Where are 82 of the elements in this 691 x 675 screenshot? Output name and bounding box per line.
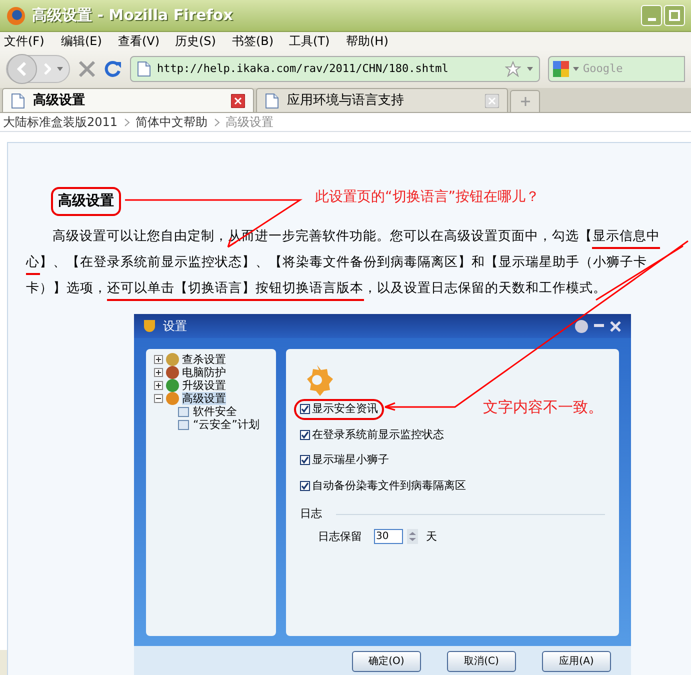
option-label: 在登录系统前显示监控状态 (312, 426, 444, 442)
dialog-button[interactable]: 应用(A) (542, 650, 611, 672)
option-label: 自动备份染毒文件到病毒隔离区 (312, 478, 466, 494)
browser-tab[interactable]: 应用环境与语言支持 (256, 88, 508, 112)
menu-item[interactable]: 历史(S) (175, 32, 232, 50)
breadcrumb-item[interactable]: 高级设置 (226, 113, 274, 131)
checkbox[interactable] (300, 455, 310, 466)
breadcrumb-item[interactable]: 大陆标准盒装版2011 (3, 113, 118, 131)
menu-item[interactable]: 书签(B) (232, 32, 289, 50)
plus-icon (156, 370, 161, 375)
expand-toggle[interactable] (154, 355, 163, 364)
checkmark-icon (301, 430, 309, 439)
checkbox[interactable] (300, 480, 310, 491)
tab-label: 高级设置 (33, 92, 85, 110)
dialog-button[interactable]: 取消(C) (447, 650, 516, 672)
dropdown-caret-icon (573, 67, 579, 71)
expand-toggle[interactable] (154, 381, 163, 390)
firefox-logo-icon (6, 6, 26, 26)
dropdown-caret-icon (57, 67, 63, 71)
dialog-title: 设置 (163, 318, 187, 335)
tree-item[interactable]: 查杀设置 (182, 353, 226, 366)
menu-item[interactable]: 工具(T) (289, 32, 346, 50)
tree-item[interactable]: 电脑防护 (182, 366, 226, 379)
checkmark-icon (301, 405, 309, 414)
tree-node-icon (166, 366, 179, 379)
bookmark-star-icon[interactable] (505, 61, 521, 77)
document-icon (178, 420, 189, 430)
collapse-toggle[interactable] (154, 394, 163, 403)
dropdown-caret-icon[interactable] (527, 67, 533, 71)
maximize-icon (669, 10, 680, 21)
menu-item[interactable]: 查看(V) (118, 32, 175, 50)
plus-icon (156, 357, 161, 362)
section-label: 日志 (300, 506, 322, 522)
tree-node-icon (166, 392, 179, 405)
page-icon (265, 92, 279, 108)
chevron-icon (214, 118, 220, 126)
search-input[interactable]: Google (583, 60, 643, 78)
minimize-icon[interactable] (594, 324, 604, 328)
option-label: 显示安全资讯 (312, 401, 378, 417)
document-icon (178, 406, 189, 416)
days-input[interactable]: 30 (374, 529, 403, 544)
menu-item[interactable]: 文件(F) (4, 32, 61, 50)
tab-label: 应用环境与语言支持 (287, 92, 404, 110)
help-icon[interactable] (575, 320, 588, 332)
shield-logo-icon (144, 320, 155, 332)
tree-item[interactable]: 软件安全 (193, 405, 237, 418)
unit-label: 天 (426, 528, 437, 544)
annotation-text: 此设置页的“切换语言”按钮在哪儿？ (315, 188, 540, 207)
checkbox[interactable] (300, 430, 310, 440)
option-label: 显示瑞星小狮子 (312, 452, 389, 468)
search-field[interactable]: Google (548, 56, 685, 82)
chevron-icon (124, 118, 130, 126)
checkbox[interactable] (300, 404, 310, 414)
checkmark-icon (301, 482, 309, 490)
menu-item[interactable]: 编辑(E) (61, 32, 118, 50)
article-heading: 高级设置 (51, 187, 121, 216)
tree-node-icon (166, 353, 179, 366)
field-label: 日志保留 (318, 528, 362, 544)
tree-item[interactable]: 高级设置 (182, 392, 226, 405)
url-field[interactable]: http://help.ikaka.com/rav/2011/CHN/180.shtml (130, 56, 540, 82)
breadcrumb-item[interactable]: 简体中文帮助 (136, 113, 208, 131)
minimize-icon (648, 18, 656, 21)
minus-icon (156, 396, 161, 401)
dialog-button[interactable]: 确定(O) (352, 650, 421, 672)
plus-icon (520, 97, 530, 106)
page-icon (11, 92, 25, 108)
plus-icon (156, 383, 161, 388)
spinner-icon[interactable] (407, 529, 418, 544)
close-icon[interactable] (231, 94, 245, 108)
menu-item[interactable]: 帮助(H) (346, 32, 403, 50)
tree-node-icon (166, 379, 179, 392)
window-title: 高级设置 - Mozilla Firefox (32, 5, 233, 26)
tree-item[interactable]: 升级设置 (182, 379, 226, 392)
annotation-text: 文字内容不一致。 (483, 397, 603, 418)
tree-item[interactable]: “云安全”计划 (193, 418, 260, 431)
url-text: http://help.ikaka.com/rav/2011/CHN/180.shtml (157, 60, 448, 77)
search-engine-icon (553, 61, 569, 77)
expand-toggle[interactable] (154, 368, 163, 377)
browser-tab[interactable]: 高级设置 (2, 88, 254, 112)
reload-icon[interactable] (104, 60, 122, 78)
checkmark-icon (301, 456, 309, 464)
page-icon (137, 61, 151, 77)
